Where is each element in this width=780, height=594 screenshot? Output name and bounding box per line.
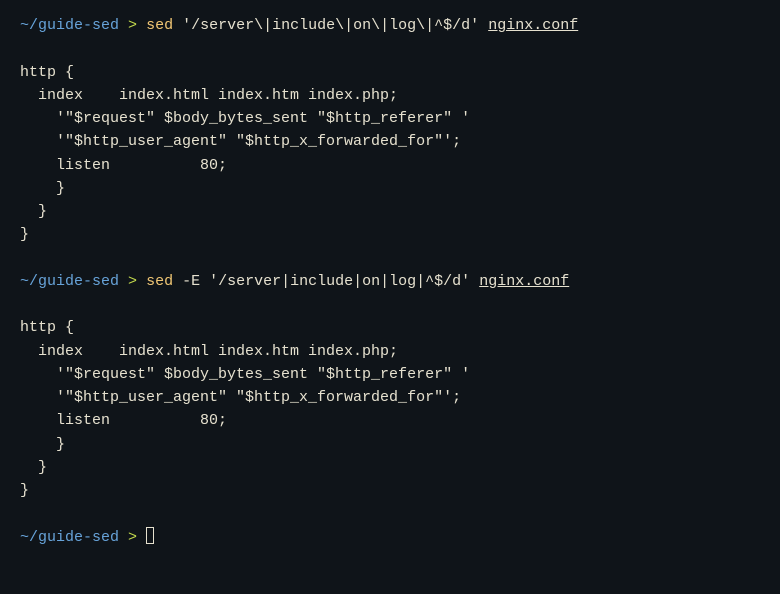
command-arg: '/server\|include\|on\|log\|^$/d' [182,17,479,34]
output-line: } [20,223,760,246]
output-line: index index.html index.htm index.php; [20,340,760,363]
output-line: } [20,433,760,456]
prompt-arrow: > [128,529,137,546]
cursor-icon [146,527,154,544]
output-line: http { [20,61,760,84]
command-arg: '/server|include|on|log|^$/d' [209,273,470,290]
prompt-path: ~/guide-sed [20,17,119,34]
prompt-line-3[interactable]: ~/guide-sed > [20,526,760,549]
command-file: nginx.conf [488,17,578,34]
blank-line [20,502,760,525]
blank-line [20,293,760,316]
output-line: '"$request" $body_bytes_sent "$http_refe… [20,107,760,130]
command-name: sed [146,273,173,290]
prompt-path: ~/guide-sed [20,529,119,546]
blank-line [20,247,760,270]
blank-line [20,37,760,60]
command-file: nginx.conf [479,273,569,290]
prompt-arrow: > [128,273,137,290]
prompt-line-1[interactable]: ~/guide-sed > sed '/server\|include\|on\… [20,14,760,37]
terminal[interactable]: ~/guide-sed > sed '/server\|include\|on\… [20,14,760,549]
command-flag: -E [182,273,200,290]
output-line: listen 80; [20,409,760,432]
prompt-path: ~/guide-sed [20,273,119,290]
output-line: } [20,177,760,200]
output-line: '"$http_user_agent" "$http_x_forwarded_f… [20,386,760,409]
prompt-line-2[interactable]: ~/guide-sed > sed -E '/server|include|on… [20,270,760,293]
prompt-arrow: > [128,17,137,34]
output-line: http { [20,316,760,339]
command-name: sed [146,17,173,34]
output-line: } [20,456,760,479]
output-line: } [20,479,760,502]
output-line: '"$request" $body_bytes_sent "$http_refe… [20,363,760,386]
output-line: listen 80; [20,154,760,177]
output-line: '"$http_user_agent" "$http_x_forwarded_f… [20,130,760,153]
output-line: index index.html index.htm index.php; [20,84,760,107]
output-line: } [20,200,760,223]
